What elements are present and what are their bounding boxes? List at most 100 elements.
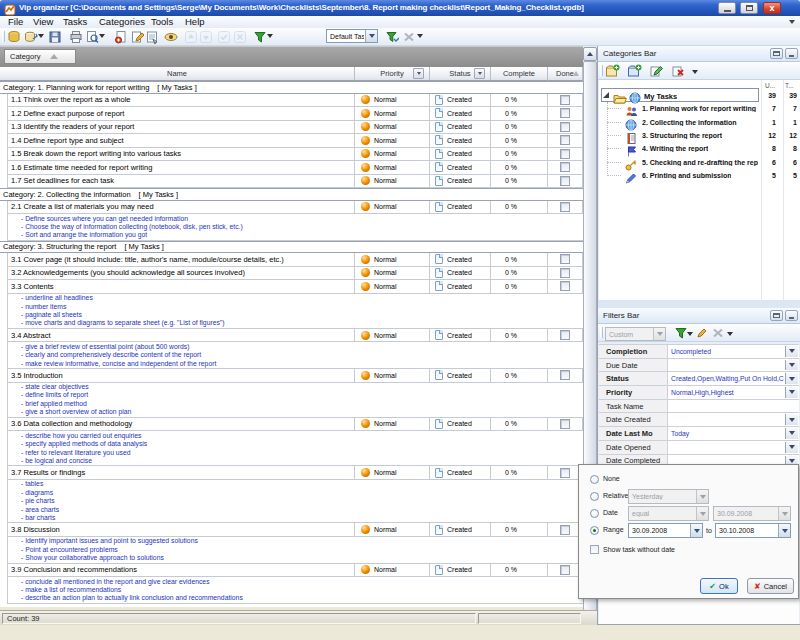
combobox-dropdown-icon[interactable] bbox=[365, 30, 377, 42]
tree-expander-icon[interactable] bbox=[603, 92, 609, 98]
close-button[interactable]: x bbox=[763, 2, 781, 14]
menu-view[interactable]: View bbox=[33, 16, 53, 28]
filter-icon[interactable] bbox=[252, 29, 268, 44]
task-priority-cell[interactable]: Normal bbox=[355, 161, 430, 175]
task-row[interactable]: 3.8 DiscussionNormalCreated0 % bbox=[0, 523, 583, 537]
menu-help[interactable]: Help bbox=[185, 16, 205, 28]
filter-dropdown-icon[interactable] bbox=[785, 442, 798, 453]
filter-preset-dropdown-icon[interactable] bbox=[653, 328, 665, 340]
task-name-cell[interactable]: 3.1 Cover page (it should include: title… bbox=[7, 253, 355, 267]
new-task-icon[interactable] bbox=[113, 29, 129, 44]
done-checkbox[interactable] bbox=[560, 254, 570, 264]
print-icon[interactable] bbox=[68, 29, 84, 44]
show-task-without-date-checkbox[interactable] bbox=[590, 545, 599, 554]
panel-splitter[interactable] bbox=[598, 300, 800, 308]
move-down-icon[interactable] bbox=[198, 29, 214, 44]
task-name-cell[interactable]: 3.3 Contents bbox=[7, 280, 355, 294]
task-row[interactable]: 3.5 IntroductionNormalCreated0 % bbox=[0, 369, 583, 383]
save-database-icon[interactable] bbox=[47, 29, 63, 44]
open-database-icon[interactable] bbox=[23, 29, 39, 44]
task-complete-cell[interactable]: 0 % bbox=[491, 523, 548, 537]
radio-none[interactable] bbox=[590, 475, 599, 484]
task-name-cell[interactable]: 1.2 Define exact purpose of report bbox=[7, 107, 355, 121]
print-preview-icon[interactable] bbox=[84, 29, 100, 44]
date-value-combobox[interactable]: 30.09.2008 bbox=[713, 506, 791, 521]
radio-relative[interactable] bbox=[590, 492, 599, 501]
column-header-complete[interactable]: Complete bbox=[491, 67, 548, 81]
task-complete-cell[interactable]: 0 % bbox=[491, 107, 548, 121]
done-checkbox[interactable] bbox=[560, 149, 570, 159]
filter-value[interactable]: Uncompleted bbox=[668, 345, 784, 358]
task-view-combobox[interactable]: Default Tas bbox=[326, 29, 378, 43]
relative-dropdown-icon[interactable] bbox=[696, 490, 708, 503]
task-name-cell[interactable]: 3.8 Discussion bbox=[7, 523, 355, 537]
task-priority-cell[interactable]: Normal bbox=[355, 175, 430, 189]
category-group-row[interactable]: Category: 2. Collecting the information[… bbox=[0, 188, 583, 201]
task-priority-cell[interactable]: Normal bbox=[355, 201, 430, 215]
column-filter-dropdown-icon[interactable] bbox=[413, 68, 424, 79]
clear-filter-icon[interactable] bbox=[710, 326, 726, 340]
task-complete-cell[interactable]: 0 % bbox=[491, 134, 548, 148]
task-priority-cell[interactable]: Normal bbox=[355, 523, 430, 537]
task-status-cell[interactable]: Created bbox=[430, 280, 491, 294]
task-name-cell[interactable]: 3.9 Conclusion and recommendations bbox=[7, 564, 355, 578]
task-complete-cell[interactable]: 0 % bbox=[491, 201, 548, 215]
task-name-cell[interactable]: 3.2 Acknowledgements (you should acknowl… bbox=[7, 267, 355, 281]
column-header-done[interactable]: Done bbox=[548, 67, 583, 81]
edit-category-icon[interactable] bbox=[648, 64, 664, 78]
filter-value[interactable] bbox=[668, 400, 799, 413]
done-checkbox[interactable] bbox=[560, 268, 570, 278]
task-notes-icon[interactable] bbox=[144, 29, 160, 44]
menu-tasks[interactable]: Tasks bbox=[63, 16, 87, 28]
task-priority-cell[interactable]: Normal bbox=[355, 121, 430, 135]
done-checkbox[interactable] bbox=[560, 176, 570, 186]
task-name-cell[interactable]: 1.7 Set deadlines for each task bbox=[7, 175, 355, 189]
radio-range[interactable] bbox=[590, 526, 599, 535]
tree-column-header[interactable]: U... bbox=[765, 82, 775, 89]
task-complete-cell[interactable]: 0 % bbox=[491, 253, 548, 267]
done-checkbox[interactable] bbox=[560, 565, 570, 575]
column-header-name[interactable]: Name bbox=[0, 67, 355, 81]
filter-dropdown-icon[interactable] bbox=[785, 373, 798, 384]
done-checkbox[interactable] bbox=[560, 281, 570, 291]
ok-button[interactable]: ✔Ok bbox=[700, 578, 738, 594]
column-header-priority[interactable]: Priority bbox=[355, 67, 430, 81]
task-name-cell[interactable]: 1.3 Identify the readers of your report bbox=[7, 121, 355, 135]
filter-dropdown-icon[interactable] bbox=[785, 414, 798, 425]
cancel-task-icon[interactable] bbox=[232, 29, 248, 44]
delete-category-icon[interactable] bbox=[670, 64, 686, 78]
filters-toolbar-overflow-icon[interactable] bbox=[727, 332, 733, 336]
relative-combobox[interactable]: Yesterday bbox=[628, 489, 709, 504]
filter-value[interactable]: Today bbox=[668, 427, 784, 440]
task-complete-cell[interactable]: 0 % bbox=[491, 94, 548, 108]
view-tasks-icon[interactable] bbox=[163, 29, 179, 44]
task-complete-cell[interactable]: 0 % bbox=[491, 280, 548, 294]
task-status-cell[interactable]: Created bbox=[430, 329, 491, 343]
menu-categories[interactable]: Categories bbox=[99, 16, 145, 28]
move-up-icon[interactable] bbox=[183, 29, 199, 44]
filter-value[interactable] bbox=[668, 441, 784, 454]
task-priority-cell[interactable]: Normal bbox=[355, 280, 430, 294]
task-priority-cell[interactable]: Normal bbox=[355, 107, 430, 121]
task-status-cell[interactable]: Created bbox=[430, 121, 491, 135]
range-from-input[interactable]: 30.09.2008 bbox=[628, 523, 703, 538]
task-priority-cell[interactable]: Normal bbox=[355, 134, 430, 148]
radio-date[interactable] bbox=[590, 509, 599, 518]
task-name-cell[interactable]: 3.4 Abstract bbox=[7, 329, 355, 343]
task-row[interactable]: 3.3 ContentsNormalCreated0 % bbox=[0, 280, 583, 294]
toolbar-overflow-icon[interactable] bbox=[267, 34, 273, 38]
task-priority-cell[interactable]: Normal bbox=[355, 329, 430, 343]
done-checkbox[interactable] bbox=[560, 162, 570, 172]
task-status-cell[interactable]: Created bbox=[430, 201, 491, 215]
clear-filter-icon[interactable] bbox=[401, 29, 417, 44]
task-name-cell[interactable]: 3.7 Results or findings bbox=[7, 466, 355, 480]
column-header-status[interactable]: Status bbox=[430, 67, 491, 81]
task-name-cell[interactable]: 1.1 Think over the report as a whole bbox=[7, 94, 355, 108]
task-row[interactable]: 1.5 Break down the report writing into v… bbox=[0, 148, 583, 162]
task-name-cell[interactable]: 2.1 Create a list of materials you may n… bbox=[7, 201, 355, 215]
column-filter-dropdown-icon[interactable] bbox=[474, 68, 485, 79]
task-row[interactable]: 1.2 Define exact purpose of reportNormal… bbox=[0, 107, 583, 121]
task-name-cell[interactable]: 3.5 Introduction bbox=[7, 369, 355, 383]
task-row[interactable]: 2.1 Create a list of materials you may n… bbox=[0, 201, 583, 215]
task-row[interactable]: 3.6 Data collection and methodologyNorma… bbox=[0, 418, 583, 432]
